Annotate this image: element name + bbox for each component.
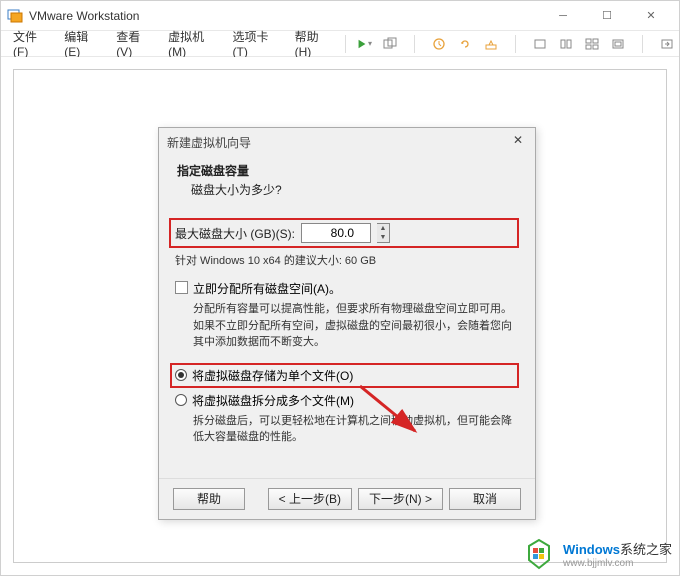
back-button[interactable]: < 上一步(B) [268, 488, 352, 510]
single-file-label: 将虚拟磁盘存储为单个文件(O) [192, 367, 353, 384]
recommended-size-text: 针对 Windows 10 x64 的建议大小: 60 GB [175, 252, 519, 268]
layout1-icon[interactable] [532, 36, 548, 52]
split-files-row: 将虚拟磁盘拆分成多个文件(M) [175, 392, 519, 409]
spinner-down-icon[interactable]: ▼ [377, 233, 389, 242]
allocate-now-row: 立即分配所有磁盘空间(A)。 [175, 280, 519, 297]
revert-icon[interactable] [457, 36, 473, 52]
tabs-icon[interactable] [382, 36, 398, 52]
app-icon [7, 8, 23, 24]
help-button[interactable]: 帮助 [173, 488, 245, 510]
watermark: Windows系统之家 www.bjjmlv.com [521, 536, 672, 572]
wizard-title-text: 新建虚拟机向导 [167, 134, 251, 151]
manage-icon[interactable] [483, 36, 499, 52]
split-files-radio[interactable] [175, 394, 187, 406]
minimize-button[interactable]: ─ [541, 2, 585, 30]
close-button[interactable]: ✕ [629, 2, 673, 30]
disk-size-spinner[interactable]: ▲ ▼ [377, 223, 390, 243]
wizard-body: 最大磁盘大小 (GB)(S): ▲ ▼ 针对 Windows 10 x64 的建… [159, 208, 535, 478]
fullscreen-icon[interactable] [610, 36, 626, 52]
single-file-radio[interactable] [175, 369, 187, 381]
wizard-header-title: 指定磁盘容量 [177, 162, 517, 179]
snapshot-icon[interactable] [431, 36, 447, 52]
spinner-up-icon[interactable]: ▲ [377, 224, 389, 233]
separator [345, 35, 346, 53]
toolbar: ▾ [356, 35, 675, 53]
layout3-icon[interactable] [584, 36, 600, 52]
watermark-url: www.bjjmlv.com [563, 558, 672, 569]
watermark-logo-icon [521, 536, 557, 572]
watermark-text: Windows系统之家 www.bjjmlv.com [563, 539, 672, 569]
play-icon[interactable]: ▾ [356, 36, 372, 52]
watermark-suffix: 系统之家 [620, 542, 672, 557]
single-file-row: 将虚拟磁盘存储为单个文件(O) [170, 363, 519, 388]
max-disk-label: 最大磁盘大小 (GB)(S): [175, 225, 295, 242]
split-description: 拆分磁盘后，可以更轻松地在计算机之间移动虚拟机，但可能会降低大容量磁盘的性能。 [193, 413, 519, 446]
max-disk-input[interactable] [301, 223, 371, 243]
window-controls: ─ ☐ ✕ [541, 2, 673, 30]
wizard-titlebar: 新建虚拟机向导 ✕ [159, 128, 535, 156]
separator [642, 35, 643, 53]
menubar: 文件(F) 编辑(E) 查看(V) 虚拟机(M) 选项卡(T) 帮助(H) ▾ [1, 31, 679, 57]
maximize-button[interactable]: ☐ [585, 2, 629, 30]
wizard-header-subtitle: 磁盘大小为多少? [191, 181, 517, 198]
cancel-button[interactable]: 取消 [449, 488, 521, 510]
layout2-icon[interactable] [558, 36, 574, 52]
allocate-now-label: 立即分配所有磁盘空间(A)。 [193, 280, 341, 297]
separator [414, 35, 415, 53]
max-disk-size-row: 最大磁盘大小 (GB)(S): ▲ ▼ [169, 218, 519, 248]
allocate-description: 分配所有容量可以提高性能，但要求所有物理磁盘空间立即可用。如果不立即分配所有空间… [193, 301, 519, 351]
separator [515, 35, 516, 53]
launch-icon[interactable] [659, 36, 675, 52]
new-vm-wizard-dialog: 新建虚拟机向导 ✕ 指定磁盘容量 磁盘大小为多少? 最大磁盘大小 (GB)(S)… [158, 127, 536, 520]
next-button[interactable]: 下一步(N) > [358, 488, 443, 510]
watermark-brand: Windows [563, 542, 620, 557]
window-title: VMware Workstation [29, 9, 541, 23]
wizard-footer: 帮助 < 上一步(B) 下一步(N) > 取消 [159, 478, 535, 519]
split-files-label: 将虚拟磁盘拆分成多个文件(M) [192, 392, 354, 409]
allocate-now-checkbox[interactable] [175, 281, 188, 294]
wizard-header: 指定磁盘容量 磁盘大小为多少? [159, 156, 535, 208]
wizard-close-button[interactable]: ✕ [509, 133, 527, 151]
